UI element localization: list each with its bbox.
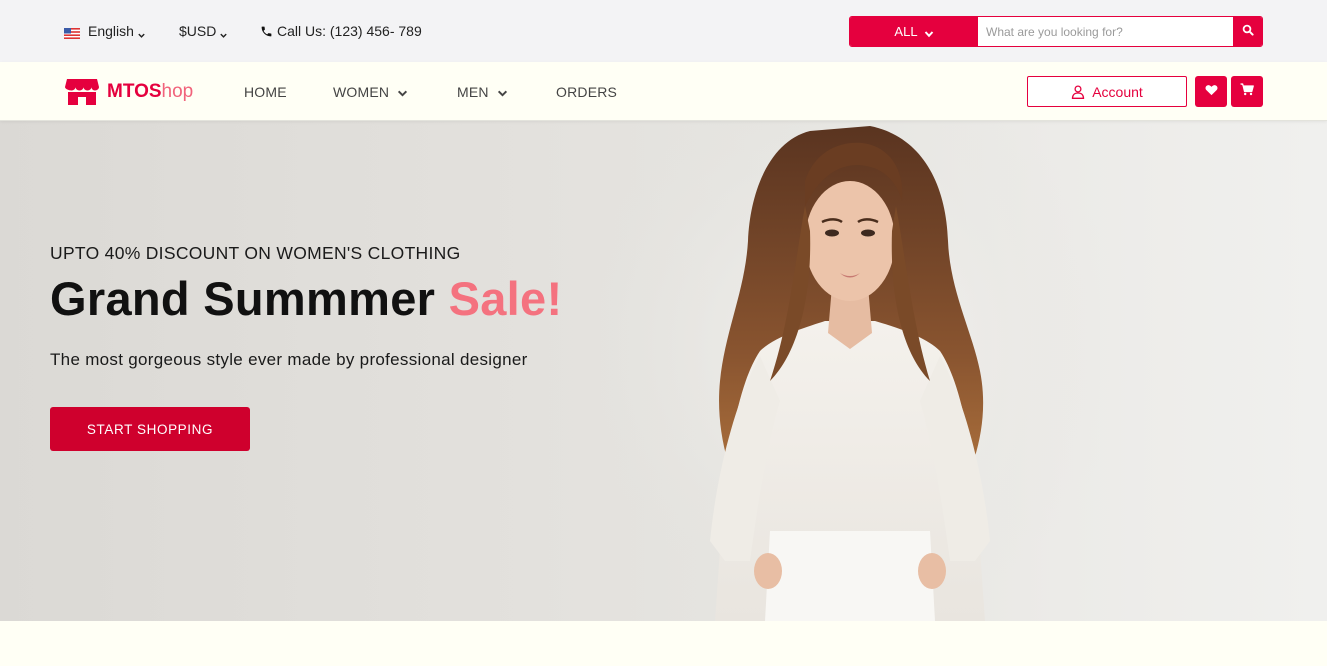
- search-category-select[interactable]: ALL: [850, 17, 978, 46]
- phone-icon: [260, 25, 273, 38]
- nav-item-orders[interactable]: ORDERS: [556, 62, 617, 121]
- search-input[interactable]: [978, 17, 1233, 46]
- nav-item-label: MEN: [457, 83, 489, 100]
- cart-icon: [1240, 82, 1254, 101]
- hero-banner: UPTO 40% DISCOUNT ON WOMEN'S CLOTHING Gr…: [0, 121, 1327, 621]
- currency-selector[interactable]: $USD: [179, 0, 228, 62]
- search-icon: [1242, 23, 1254, 41]
- us-flag-icon: [64, 26, 80, 39]
- nav-item-label: HOME: [244, 83, 287, 100]
- nav-item-label: WOMEN: [333, 83, 390, 100]
- language-selector[interactable]: English: [64, 0, 146, 62]
- chevron-down-icon: [219, 27, 228, 38]
- currency-label: $USD: [179, 23, 217, 39]
- cart-button[interactable]: [1231, 76, 1263, 107]
- logo-text: MTOShop: [107, 81, 193, 103]
- store-icon: [64, 78, 100, 106]
- nav-item-home[interactable]: HOME: [244, 62, 287, 121]
- main-nav: MTOShop HOME WOMEN MEN ORDERS Account: [0, 62, 1327, 121]
- hero-title: Grand Summmer Sale!: [50, 271, 562, 326]
- nav-item-men[interactable]: MEN: [457, 62, 508, 121]
- hero-title-accent: Sale!: [448, 272, 563, 325]
- hero-subtitle: The most gorgeous style ever made by pro…: [50, 350, 528, 369]
- top-bar: English $USD Call Us: (123) 456- 789 ALL: [0, 0, 1327, 62]
- search-button[interactable]: [1233, 17, 1262, 46]
- search-category-label: ALL: [894, 24, 918, 39]
- site-logo[interactable]: MTOShop: [64, 77, 193, 107]
- nav-item-women[interactable]: WOMEN: [333, 62, 408, 121]
- search-bar: ALL: [849, 16, 1263, 47]
- chevron-down-icon: [397, 86, 408, 97]
- call-us-label: Call Us: (123) 456- 789: [277, 23, 422, 39]
- logo-text-secondary: hop: [161, 81, 194, 102]
- wishlist-button[interactable]: [1195, 76, 1227, 107]
- hero-model-image: [600, 121, 1100, 621]
- hero-title-main: Grand Summmer: [50, 272, 449, 325]
- account-label: Account: [1092, 83, 1143, 100]
- start-shopping-label: START SHOPPING: [86, 421, 214, 437]
- content-section-start: [0, 621, 1327, 666]
- chevron-down-icon: [137, 27, 146, 38]
- language-label: English: [88, 23, 134, 39]
- heart-icon: [1205, 83, 1218, 101]
- user-icon: [1071, 84, 1085, 99]
- start-shopping-button[interactable]: START SHOPPING: [50, 407, 250, 451]
- account-button[interactable]: Account: [1027, 76, 1187, 107]
- logo-text-primary: MTOS: [107, 81, 162, 102]
- nav-item-label: ORDERS: [556, 83, 618, 100]
- chevron-down-icon: [924, 27, 934, 37]
- call-us-info: Call Us: (123) 456- 789: [260, 0, 422, 62]
- hero-eyebrow: UPTO 40% DISCOUNT ON WOMEN'S CLOTHING: [50, 243, 461, 263]
- chevron-down-icon: [497, 86, 508, 97]
